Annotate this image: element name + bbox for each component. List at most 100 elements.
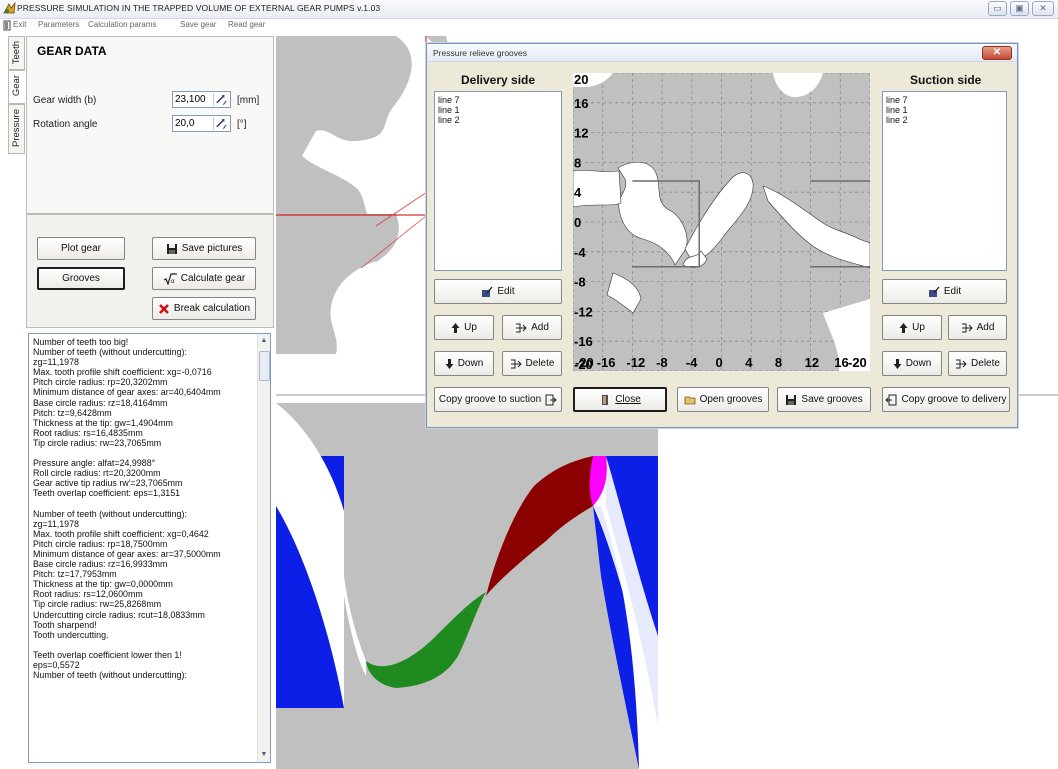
log-line: Tooth undercutting. [33,629,109,640]
gear-width-input[interactable]: 23,100 [172,91,231,108]
add-icon [516,323,527,332]
rotation-angle-input[interactable]: 20,0 [172,115,231,132]
minimize-icon: ▭ [993,3,1002,13]
list-item[interactable]: line 1 [886,105,908,115]
save-grooves-label: Save grooves [801,394,863,405]
gear-width-unit: [mm] [237,95,260,106]
break-calculation-label: Break calculation [173,303,251,314]
log-line: zg=11,1978 [33,357,79,368]
gear-width-label: Gear width (b) [33,95,97,106]
log-line: Tooth sharpend! [33,619,97,630]
spin-arrows-icon[interactable] [213,117,229,130]
add-label: Add [976,322,995,333]
tab-pressure-label: Pressure [11,109,22,148]
log-line: Gear active tip radius rw'=23,7065mm [33,478,183,489]
dialog-title: Pressure relieve grooves [433,48,528,58]
list-item[interactable]: line 2 [886,115,908,125]
suction-up-button[interactable]: Up [882,315,942,340]
menu-save-gear[interactable]: Save gear [180,20,216,29]
open-grooves-button[interactable]: Open grooves [677,387,769,412]
arrow-up-icon [899,322,908,333]
scroll-thumb[interactable] [259,351,270,381]
delivery-edit-button[interactable]: Edit [434,279,562,304]
plot-gear-button[interactable]: Plot gear [37,237,125,260]
log-line: Root radius: rs=16,4835mm [33,427,143,438]
list-item[interactable]: line 1 [438,105,460,115]
delivery-grooves-list[interactable]: line 7 line 1 line 2 [434,91,562,271]
save-pictures-button[interactable]: Save pictures [152,237,256,260]
log-line: Pitch: tz=9,6428mm [33,407,112,418]
delivery-up-button[interactable]: Up [434,315,494,340]
log-line: Tip circle radius: rw=25,8268mm [33,599,162,610]
save-pictures-label: Save pictures [181,243,243,254]
delivery-delete-button[interactable]: Delete [502,351,562,376]
list-item[interactable]: line 7 [886,95,908,105]
suction-add-button[interactable]: Add [948,315,1007,340]
list-item[interactable]: line 2 [438,115,460,125]
spin-arrows-icon[interactable] [213,93,229,106]
minimize-button[interactable]: ▭ [988,1,1007,16]
log-line: Roll circle radius: rt=20,3200mm [33,468,161,479]
gear-width-value: 23,100 [175,94,206,105]
scroll-down-icon[interactable]: ▼ [258,748,270,762]
log-scrollbar[interactable]: ▲ ▼ [257,334,270,762]
groove-plot: 201612840-4-8-12-16-20-20 -16 -12 -8 -4 0 4 8 12… [573,73,870,371]
close-label: Close [615,394,641,405]
log-line: Minimum distance of gear axes: ar=37,500… [33,548,221,559]
suction-edit-button[interactable]: Edit [882,279,1007,304]
copy-to-delivery-button[interactable]: Copy groove to delivery [882,387,1010,412]
calculate-gear-label: Calculate gear [180,273,246,284]
tab-teeth-label: Teeth [11,41,22,65]
delete-label: Delete [971,358,1000,369]
edit-label: Edit [497,286,515,297]
y-tick-label: -16 [574,334,593,349]
tab-teeth[interactable]: Teeth [8,36,25,70]
log-line: Root radius: rs=12,0600mm [33,589,143,600]
break-calculation-button[interactable]: Break calculation [152,297,256,320]
menu-read-gear[interactable]: Read gear [228,20,265,29]
copy-to-suction-label: Copy groove to suction [438,394,542,405]
menu-parameters[interactable]: Parameters [38,20,79,29]
delivery-down-button[interactable]: Down [434,351,494,376]
calculation-log[interactable]: Number of teeth too big! Number of teeth … [28,333,271,763]
copy-right-icon [545,394,557,405]
add-icon [961,323,973,332]
log-line: Number of teeth too big! [33,337,129,347]
side-tabs: Teeth Gear Pressure [8,36,26,156]
floppy-disk-icon [166,243,177,254]
copy-to-suction-button[interactable]: Copy groove to suction [434,387,562,412]
open-grooves-label: Open grooves [699,394,763,405]
suction-grooves-list[interactable]: line 7 line 1 line 2 [882,91,1007,271]
app-icon [3,2,16,14]
x-tick-label: -4 [686,355,698,370]
open-folder-icon [684,396,695,404]
scroll-up-icon[interactable]: ▲ [258,334,270,348]
y-tick-label: 8 [574,155,581,170]
delivery-add-button[interactable]: Add [502,315,562,340]
tab-pressure[interactable]: Pressure [8,104,25,154]
tab-gear[interactable]: Gear [8,70,25,104]
suction-down-button[interactable]: Down [882,351,942,376]
suction-delete-button[interactable]: Delete [948,351,1007,376]
maximize-button[interactable]: ▣ [1010,1,1029,16]
menu-bar: Exit Parameters Calculation params Save … [0,19,1058,33]
close-button[interactable]: Close [573,387,667,412]
grooves-button[interactable]: Grooves [37,267,125,290]
list-item[interactable]: line 7 [438,95,460,105]
menu-exit[interactable]: Exit [13,20,26,29]
close-window-button[interactable]: ✕ [1032,1,1054,16]
menu-calculation-params[interactable]: Calculation params [88,20,156,29]
save-grooves-button[interactable]: Save grooves [777,387,871,412]
log-line: Max. tooth profile shift coefficient: xg… [33,367,212,378]
arrow-down-icon [445,358,454,369]
x-tick-label: -12 [626,355,645,370]
close-icon: ✕ [1039,3,1047,13]
grooves-label: Grooves [62,273,100,284]
dialog-close-button[interactable]: ✕ [982,46,1012,60]
suction-side-title: Suction side [910,73,982,87]
y-tick-label: -12 [574,304,593,319]
rotation-angle-label: Rotation angle [33,119,98,130]
log-line: Pitch circle radius: rp=18,7500mm [33,538,168,549]
calculate-gear-button[interactable]: α Calculate gear [152,267,256,290]
